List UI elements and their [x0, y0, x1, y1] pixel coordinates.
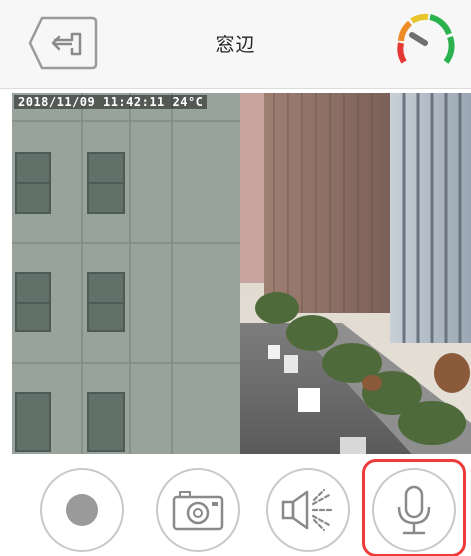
signal-gauge-icon [397, 13, 455, 64]
camera-live-view: 窓辺 2018/11/09 11:42:11 24°C [0, 0, 471, 556]
record-icon [66, 494, 98, 526]
microphone-button[interactable] [372, 468, 456, 552]
top-bar: 窓辺 [0, 0, 471, 89]
control-bar [0, 454, 471, 556]
speaker-icon [281, 488, 335, 532]
microphone-icon [397, 485, 431, 535]
camera-feed[interactable]: 2018/11/09 11:42:11 24°C [12, 93, 471, 454]
timestamp-overlay: 2018/11/09 11:42:11 24°C [14, 95, 208, 109]
camera-icon [172, 491, 224, 531]
camera-image [12, 93, 471, 454]
speaker-button[interactable] [266, 468, 350, 552]
snapshot-button[interactable] [156, 468, 240, 552]
record-button[interactable] [40, 468, 124, 552]
signal-strength [392, 10, 458, 76]
